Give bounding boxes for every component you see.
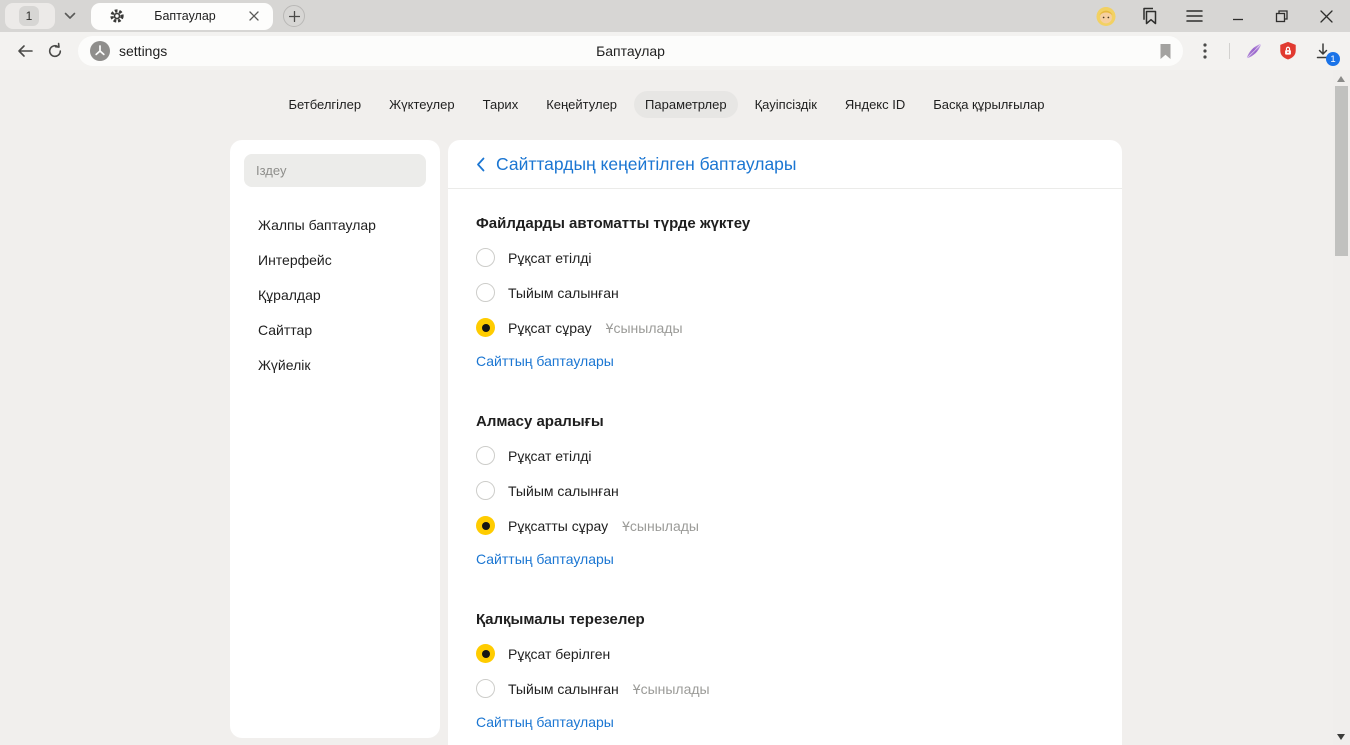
radio-option[interactable]: Рұқсат етілді: [476, 248, 1094, 267]
page-title: Сайттардың кеңейтілген баптаулары: [496, 154, 797, 175]
nav-tab-downloads[interactable]: Жүктеулер: [378, 91, 466, 118]
tab-title: Баптаулар: [125, 9, 245, 23]
menu-icon[interactable]: [1184, 6, 1204, 26]
sidebar-item-general[interactable]: Жалпы баптаулар: [230, 211, 440, 240]
radio-unselected-icon[interactable]: [476, 248, 495, 267]
radio-option[interactable]: Тыйым салынған: [476, 481, 1094, 500]
radio-option[interactable]: Рұқсатты сұрау Ұсынылады: [476, 516, 1094, 535]
sidebar-item-system[interactable]: Жүйелік: [230, 351, 440, 380]
radio-unselected-icon[interactable]: [476, 283, 495, 302]
sidebar-search[interactable]: [244, 154, 426, 187]
settings-page: Бетбелгілер Жүктеулер Тарих Кеңейтулер П…: [0, 70, 1350, 745]
scrollbar-thumb[interactable]: [1335, 86, 1348, 256]
radio-option[interactable]: Рұқсат етілді: [476, 446, 1094, 465]
section-popups: Қалқымалы терезелер Рұқсат берілген Тыйы…: [476, 611, 1094, 745]
scrollbar-down-arrow[interactable]: [1337, 734, 1345, 740]
back-button[interactable]: [10, 36, 40, 66]
nav-tab-history[interactable]: Тарих: [472, 91, 530, 118]
radio-option[interactable]: Рұқсат берілген: [476, 644, 1094, 663]
radio-option[interactable]: Тыйым салынған: [476, 283, 1094, 302]
radio-selected-icon[interactable]: [476, 318, 495, 337]
section-title: Файлдарды автоматты түрде жүктеу: [476, 215, 1094, 232]
tab-list-chevron-icon[interactable]: [57, 3, 83, 29]
nav-tab-bookmarks[interactable]: Бетбелгілер: [277, 91, 372, 118]
bookmarks-panel-icon[interactable]: [1140, 6, 1160, 26]
browser-tab-settings[interactable]: Баптаулар: [91, 3, 273, 30]
radio-selected-icon[interactable]: [476, 516, 495, 535]
advanced-site-settings-header[interactable]: Сайттардың кеңейтілген баптаулары: [448, 140, 1122, 189]
bookmark-flag-icon[interactable]: [1158, 43, 1173, 60]
minimize-button[interactable]: [1228, 6, 1248, 26]
radio-option[interactable]: Рұқсат сұрау Ұсынылады: [476, 318, 1094, 337]
nav-tab-yandex-id[interactable]: Яндекс ID: [834, 91, 916, 118]
extensions-kebab-icon[interactable]: [1195, 41, 1215, 61]
nav-tab-other-devices[interactable]: Басқа құрылғылар: [922, 91, 1055, 118]
tab-close-icon[interactable]: [245, 7, 263, 25]
restore-button[interactable]: [1272, 6, 1292, 26]
nav-tab-security[interactable]: Қауіпсіздік: [744, 91, 828, 118]
section-auto-download: Файлдарды автоматты түрде жүктеу Рұқсат …: [476, 215, 1094, 387]
radio-unselected-icon[interactable]: [476, 481, 495, 500]
radio-selected-icon[interactable]: [476, 644, 495, 663]
scrollbar-up-arrow[interactable]: [1337, 76, 1345, 82]
toolbar-divider: [1229, 43, 1230, 59]
settings-nav: Бетбелгілер Жүктеулер Тарих Кеңейтулер П…: [0, 91, 1333, 118]
section-clipboard: Алмасу аралығы Рұқсат етілді Тыйым салын…: [476, 413, 1094, 585]
site-settings-link[interactable]: Сайттың баптаулары: [476, 353, 614, 369]
gear-icon: [109, 8, 125, 24]
recommended-note: Ұсынылады: [622, 518, 699, 534]
radio-option[interactable]: Тыйым салынған Ұсынылады: [476, 679, 1094, 698]
browser-window: 1 Баптаулар: [0, 0, 1350, 745]
centered-page-title: Баптаулар: [78, 43, 1183, 59]
profile-avatar[interactable]: [1096, 6, 1116, 26]
address-bar[interactable]: settings Баптаулар: [78, 36, 1183, 66]
search-input[interactable]: [244, 163, 426, 178]
recommended-note: Ұсынылады: [606, 320, 683, 336]
site-settings-link[interactable]: Сайттың баптаулары: [476, 551, 614, 567]
recommended-note: Ұсынылады: [633, 681, 710, 697]
tab-counter-button[interactable]: 1: [5, 3, 55, 29]
site-settings-link[interactable]: Сайттың баптаулары: [476, 714, 614, 730]
sidebar-item-sites[interactable]: Сайттар: [230, 316, 440, 345]
sidebar-item-interface[interactable]: Интерфейс: [230, 246, 440, 275]
downloads-icon[interactable]: 1: [1312, 40, 1334, 62]
new-tab-button[interactable]: [283, 5, 305, 27]
radio-unselected-icon[interactable]: [476, 446, 495, 465]
settings-main-panel: Сайттардың кеңейтілген баптаулары Файлда…: [448, 140, 1122, 745]
section-title: Алмасу аралығы: [476, 413, 1094, 430]
reload-button[interactable]: [40, 36, 70, 66]
tab-counter-badge: 1: [19, 6, 39, 26]
feather-extension-icon[interactable]: [1244, 41, 1264, 61]
download-count-badge: 1: [1326, 52, 1340, 66]
toolbar: settings Баптаулар: [0, 32, 1350, 70]
close-window-button[interactable]: [1316, 6, 1336, 26]
url-text: settings: [119, 43, 167, 59]
page-scrollbar[interactable]: [1333, 70, 1350, 745]
settings-sidebar: Жалпы баптаулар Интерфейс Құралдар Сайтт…: [230, 140, 440, 738]
section-title: Қалқымалы терезелер: [476, 611, 1094, 628]
back-chevron-icon[interactable]: [476, 157, 485, 172]
nav-tab-extensions[interactable]: Кеңейтулер: [535, 91, 628, 118]
nav-tab-settings[interactable]: Параметрлер: [634, 91, 738, 118]
sidebar-item-tools[interactable]: Құралдар: [230, 281, 440, 310]
titlebar: 1 Баптаулар: [0, 0, 1350, 32]
site-favicon-icon: [90, 41, 110, 61]
radio-unselected-icon[interactable]: [476, 679, 495, 698]
protect-shield-icon[interactable]: [1278, 41, 1298, 61]
